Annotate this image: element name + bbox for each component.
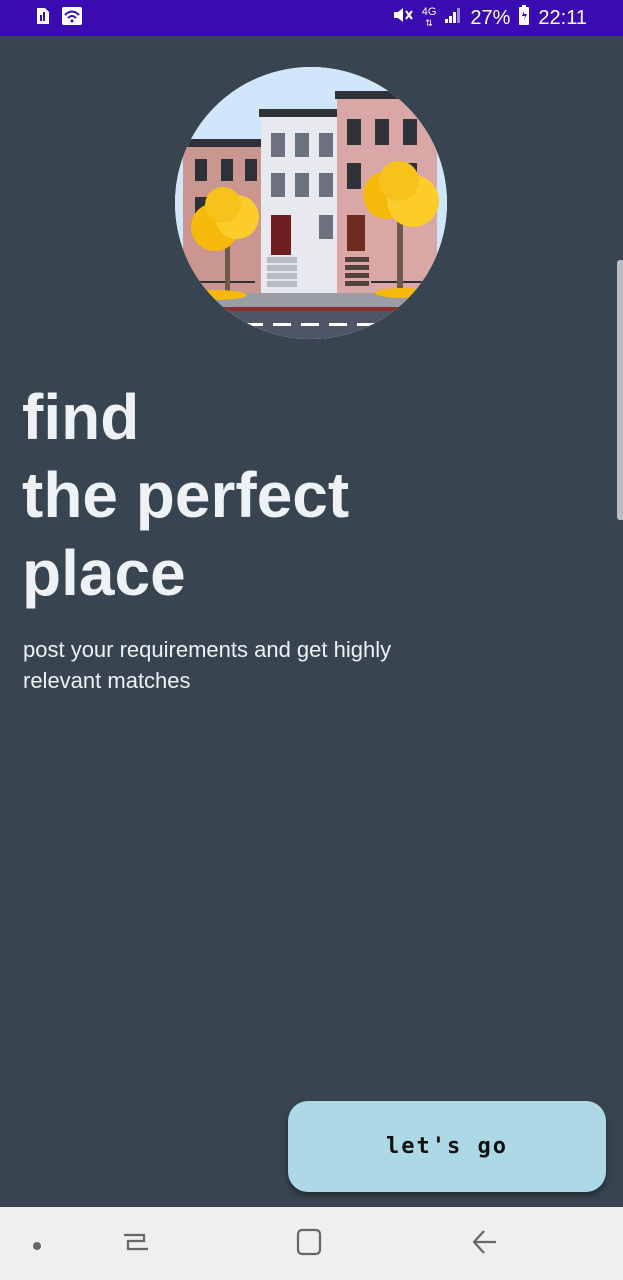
back-icon[interactable] (470, 1227, 498, 1262)
status-bar: 4G ⇅ 27% 22:11 (0, 0, 623, 36)
dot-icon[interactable] (32, 1238, 42, 1256)
headline-line: find (22, 381, 140, 453)
clock: 22:11 (538, 7, 587, 29)
sim-icon (32, 7, 50, 30)
subtitle: post your requirements and get highly re… (23, 637, 392, 693)
scroll-handle[interactable] (617, 260, 623, 520)
navigation-bar (0, 1207, 623, 1280)
network-type-label: 4G (421, 6, 437, 18)
lets-go-button[interactable]: let's go (288, 1101, 606, 1192)
headline-line: place (22, 537, 186, 609)
status-left-icons (32, 7, 82, 30)
recent-apps-icon[interactable] (122, 1227, 148, 1262)
mute-icon (392, 5, 414, 31)
wifi-icon (62, 7, 82, 30)
hero-illustration (175, 67, 447, 339)
headline: find the perfect place (22, 378, 542, 612)
status-right-icons: 4G ⇅ 27% 22:11 (392, 5, 587, 31)
signal-icon (444, 6, 462, 30)
network-type-icon: 4G ⇅ (421, 6, 437, 29)
townhouses-illustration (175, 67, 447, 339)
battery-percent: 27% (470, 7, 511, 29)
battery-icon (518, 5, 530, 31)
headline-line: the perfect (22, 459, 350, 531)
home-icon[interactable] (296, 1227, 322, 1262)
